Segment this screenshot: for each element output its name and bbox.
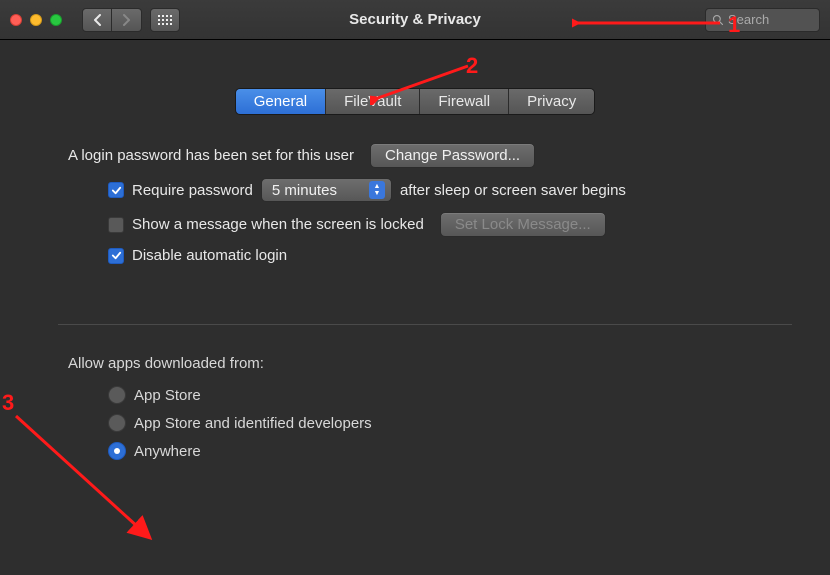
login-password-text: A login password has been set for this u…: [68, 147, 354, 164]
radio-appstore[interactable]: [108, 386, 126, 404]
show-message-label: Show a message when the screen is locked: [132, 216, 424, 233]
disable-auto-login-label: Disable automatic login: [132, 247, 287, 264]
annotation-1: 1: [728, 12, 740, 38]
show-message-checkbox[interactable]: [108, 217, 124, 233]
dropdown-value: 5 minutes: [272, 182, 337, 199]
arrow-2: [370, 60, 475, 105]
grid-icon: [158, 15, 172, 25]
stepper-arrows-icon: ▲▼: [369, 181, 385, 199]
allow-apps-radio-group: App Store App Store and identified devel…: [108, 386, 792, 460]
radio-appstore-label: App Store: [134, 387, 201, 404]
set-lock-message-button[interactable]: Set Lock Message...: [440, 212, 606, 237]
disable-auto-login-checkbox[interactable]: [108, 248, 124, 264]
annotation-3: 3: [2, 390, 14, 416]
require-password-checkbox[interactable]: [108, 182, 124, 198]
allow-apps-label: Allow apps downloaded from:: [68, 355, 792, 372]
tab-general[interactable]: General: [236, 89, 326, 114]
nav-buttons: [82, 8, 142, 32]
show-all-button[interactable]: [150, 8, 180, 32]
require-password-label: Require password: [132, 182, 253, 199]
check-icon: [111, 250, 122, 261]
radio-row-appstore: App Store: [108, 386, 792, 404]
radio-row-anywhere: Anywhere: [108, 442, 792, 460]
forward-button[interactable]: [112, 8, 142, 32]
check-icon: [111, 185, 122, 196]
zoom-window-button[interactable]: [50, 14, 62, 26]
minimize-window-button[interactable]: [30, 14, 42, 26]
tab-privacy[interactable]: Privacy: [509, 89, 594, 114]
chevron-left-icon: [93, 14, 102, 26]
back-button[interactable]: [82, 8, 112, 32]
preferences-window: Security & Privacy Search General FileVa…: [0, 0, 830, 575]
radio-identified-label: App Store and identified developers: [134, 415, 372, 432]
require-password-suffix: after sleep or screen saver begins: [400, 182, 626, 199]
show-message-row: Show a message when the screen is locked…: [88, 212, 792, 237]
search-input[interactable]: Search: [705, 8, 820, 32]
window-title: Security & Privacy: [349, 11, 481, 28]
chevron-right-icon: [122, 14, 131, 26]
traffic-lights: [10, 14, 62, 26]
arrow-1: [572, 15, 722, 31]
login-password-row: A login password has been set for this u…: [68, 143, 792, 168]
change-password-button[interactable]: Change Password...: [370, 143, 535, 168]
annotation-2: 2: [466, 53, 478, 79]
close-window-button[interactable]: [10, 14, 22, 26]
arrow-3: [10, 410, 165, 550]
require-password-row: Require password 5 minutes ▲▼ after slee…: [88, 178, 792, 202]
disable-auto-login-row: Disable automatic login: [88, 247, 792, 264]
divider: [58, 324, 792, 325]
require-password-delay-dropdown[interactable]: 5 minutes ▲▼: [261, 178, 392, 202]
radio-row-identified: App Store and identified developers: [108, 414, 792, 432]
